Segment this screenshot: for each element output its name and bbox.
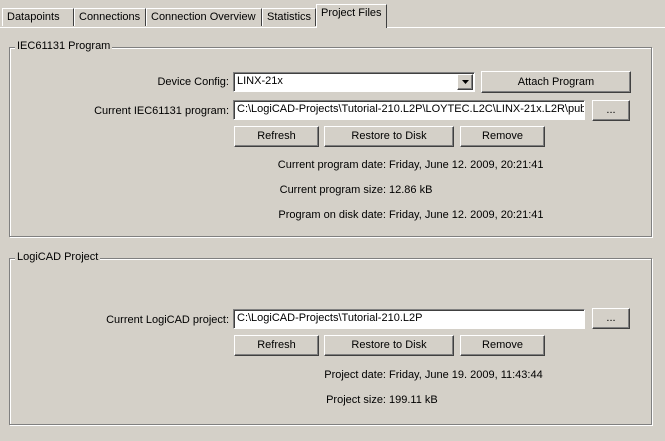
project-size-value: 199.11 kB <box>389 394 438 406</box>
iec-program-group-title: IEC61131 Program <box>15 40 113 52</box>
tab-strip: Datapoints Connections Connection Overvi… <box>0 0 665 28</box>
project-size-label: Project size: <box>326 394 386 406</box>
project-date-label: Project date: <box>324 369 386 381</box>
disk-date-value: Friday, June 12. 2009, 20:21:41 <box>389 209 544 221</box>
tab-label: Datapoints <box>7 11 60 23</box>
tab-statistics[interactable]: Statistics <box>262 8 316 26</box>
tab-project-files[interactable]: Project Files <box>316 4 387 28</box>
restore-program-button[interactable]: Restore to Disk <box>324 126 454 147</box>
remove-project-button[interactable]: Remove <box>460 335 545 356</box>
tab-label: Connections <box>79 11 141 23</box>
tab-connection-overview[interactable]: Connection Overview <box>146 8 262 26</box>
program-date-value: Friday, June 12. 2009, 20:21:41 <box>389 159 544 171</box>
browse-project-button[interactable]: ... <box>592 308 630 329</box>
device-config-select[interactable]: LINX-21x <box>233 72 475 92</box>
current-project-label: Current LogiCAD project: <box>106 314 229 326</box>
device-config-dropdown-button[interactable] <box>457 74 473 90</box>
device-config-value: LINX-21x <box>237 75 283 87</box>
tab-label: Statistics <box>267 11 312 23</box>
attach-program-button[interactable]: Attach Program <box>481 71 631 93</box>
disk-date-label: Program on disk date: <box>278 209 386 221</box>
tab-connections[interactable]: Connections <box>74 8 146 26</box>
browse-program-button[interactable]: ... <box>592 100 630 121</box>
device-config-label: Device Config: <box>157 76 229 88</box>
remove-program-button[interactable]: Remove <box>460 126 545 147</box>
tab-datapoints[interactable]: Datapoints <box>2 8 74 26</box>
current-program-label: Current IEC61131 program: <box>94 105 229 117</box>
current-project-value: C:\LogiCAD-Projects\Tutorial-210.L2P <box>237 312 423 324</box>
chevron-down-icon <box>462 80 469 84</box>
logicad-project-group-title: LogiCAD Project <box>15 251 101 263</box>
program-size-value: 12.86 kB <box>389 184 433 196</box>
current-project-field[interactable]: C:\LogiCAD-Projects\Tutorial-210.L2P <box>233 309 585 329</box>
restore-project-button[interactable]: Restore to Disk <box>324 335 454 356</box>
project-date-value: Friday, June 19. 2009, 11:43:44 <box>389 369 543 381</box>
tab-label: Connection Overview <box>151 11 256 23</box>
current-program-value: C:\LogiCAD-Projects\Tutorial-210.L2P\LOY… <box>237 103 585 115</box>
tab-label: Project Files <box>321 7 382 19</box>
refresh-program-button[interactable]: Refresh <box>234 126 319 147</box>
program-size-label: Current program size: <box>279 184 386 196</box>
program-date-label: Current program date: <box>277 159 386 171</box>
current-program-field[interactable]: C:\LogiCAD-Projects\Tutorial-210.L2P\LOY… <box>233 100 585 120</box>
refresh-project-button[interactable]: Refresh <box>234 335 319 356</box>
